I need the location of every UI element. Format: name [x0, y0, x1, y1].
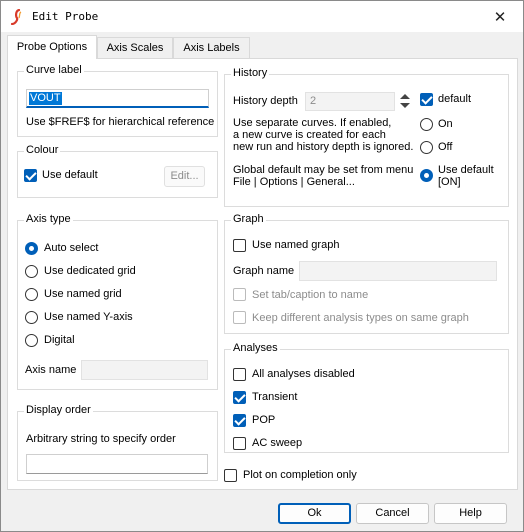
colour-edit-button[interactable]: Edit...: [164, 166, 205, 187]
history-depth-up-icon[interactable]: [400, 94, 410, 99]
axis-named-y-axis-label: Use named Y-axis: [44, 311, 133, 323]
ok-button[interactable]: Ok: [278, 503, 351, 524]
axis-auto-select-label: Auto select: [44, 242, 99, 254]
set-tab-caption-label: Set tab/caption to name: [252, 289, 369, 301]
history-depth-label: History depth: [233, 95, 298, 107]
curve-label-title: Curve label: [24, 64, 84, 76]
edit-probe-dialog: Edit Probe ✕ Probe Options Axis Scales A…: [0, 0, 524, 532]
use-named-graph-checkbox[interactable]: [233, 239, 246, 252]
curve-label-group: Curve label VOUT Use $FREF$ for hierarch…: [17, 64, 218, 137]
close-button[interactable]: ✕: [477, 1, 523, 32]
axis-auto-select-radio[interactable]: [25, 242, 38, 255]
history-default-checkbox[interactable]: [420, 93, 433, 106]
history-on-radio[interactable]: [420, 118, 433, 131]
graph-group: Graph Use named graph Graph name Set tab…: [224, 213, 509, 334]
history-default-label: default: [438, 93, 472, 105]
keep-different-label: Keep different analysis types on same gr…: [252, 312, 469, 324]
all-analyses-disabled-label: All analyses disabled: [252, 368, 355, 380]
history-depth-value: 2: [310, 95, 317, 107]
tab-axis-labels[interactable]: Axis Labels: [173, 37, 250, 58]
app-logo-icon: [10, 9, 22, 25]
transient-checkbox[interactable]: [233, 391, 246, 404]
history-separate-line: new run and history depth is ignored.: [233, 141, 414, 153]
axis-digital-radio[interactable]: [25, 334, 38, 347]
tab-axis-scales[interactable]: Axis Scales: [97, 37, 173, 58]
display-order-hint: Arbitrary string to specify order: [26, 433, 176, 445]
transient-label: Transient: [252, 391, 298, 403]
display-order-input[interactable]: [26, 454, 208, 474]
colour-title: Colour: [24, 144, 61, 156]
cancel-button[interactable]: Cancel: [356, 503, 429, 524]
history-use-default-label: Use default: [438, 164, 494, 176]
curve-label-hint: Use $FREF$ for hierarchical reference: [26, 116, 215, 128]
history-on-label: On: [438, 118, 453, 130]
graph-title: Graph: [231, 213, 266, 225]
probe-options-panel: Curve label VOUT Use $FREF$ for hierarch…: [7, 58, 518, 490]
pop-label: POP: [252, 414, 276, 426]
history-separate-text: Use separate curves. If enabled, a new c…: [233, 117, 413, 153]
plot-on-completion-checkbox[interactable]: [224, 469, 237, 482]
axis-name-label: Axis name: [25, 364, 77, 376]
set-tab-caption-checkbox[interactable]: [233, 288, 246, 301]
history-off-label: Off: [438, 141, 453, 153]
display-order-title: Display order: [24, 404, 93, 416]
history-group: History History depth 2 default Use sepa…: [224, 67, 509, 207]
history-global-line: File | Options | General...: [233, 176, 355, 188]
history-off-radio[interactable]: [420, 141, 433, 154]
graph-name-label: Graph name: [233, 265, 295, 277]
axis-type-title: Axis type: [24, 213, 73, 225]
history-depth-input[interactable]: 2: [305, 92, 395, 111]
history-title: History: [231, 67, 270, 79]
history-use-default-radio[interactable]: [420, 169, 433, 182]
window-title: Edit Probe: [32, 10, 99, 23]
all-analyses-disabled-checkbox[interactable]: [233, 368, 246, 381]
axis-named-grid-radio[interactable]: [25, 288, 38, 301]
keep-different-checkbox[interactable]: [233, 311, 246, 324]
colour-use-default-checkbox[interactable]: [24, 169, 37, 182]
colour-group: Colour Use default Edit...: [17, 144, 218, 198]
title-bar: Edit Probe ✕: [1, 1, 523, 32]
history-use-default-value: [ON]: [438, 176, 461, 188]
axis-name-input[interactable]: [81, 360, 208, 380]
axis-dedicated-grid-label: Use dedicated grid: [44, 265, 136, 277]
history-use-default-text: Use default [ON]: [438, 164, 494, 188]
pop-checkbox[interactable]: [233, 414, 246, 427]
axis-type-group: Axis type Auto select Use dedicated grid…: [17, 213, 218, 390]
curve-label-input[interactable]: VOUT: [26, 89, 209, 108]
history-global-text: Global default may be set from menu File…: [233, 164, 413, 188]
analyses-title: Analyses: [231, 342, 280, 354]
plot-on-completion-label: Plot on completion only: [243, 469, 357, 481]
axis-named-y-axis-radio[interactable]: [25, 311, 38, 324]
history-global-line: Global default may be set from menu: [233, 164, 414, 176]
graph-name-input[interactable]: [299, 261, 497, 281]
ac-sweep-label: AC sweep: [252, 437, 303, 449]
history-separate-line: a new curve is created for each: [233, 129, 386, 141]
history-separate-line: Use separate curves. If enabled,: [233, 117, 392, 129]
tab-probe-options[interactable]: Probe Options: [7, 35, 97, 59]
ac-sweep-checkbox[interactable]: [233, 437, 246, 450]
axis-dedicated-grid-radio[interactable]: [25, 265, 38, 278]
history-depth-down-icon[interactable]: [400, 103, 410, 108]
curve-label-value: VOUT: [29, 92, 62, 105]
axis-digital-label: Digital: [44, 334, 75, 346]
axis-named-grid-label: Use named grid: [44, 288, 122, 300]
close-icon: ✕: [493, 8, 507, 26]
display-order-group: Display order Arbitrary string to specif…: [17, 404, 218, 481]
analyses-group: Analyses All analyses disabled Transient…: [224, 342, 509, 453]
use-named-graph-label: Use named graph: [252, 239, 340, 251]
help-button[interactable]: Help: [434, 503, 507, 524]
colour-use-default-label: Use default: [42, 169, 98, 181]
